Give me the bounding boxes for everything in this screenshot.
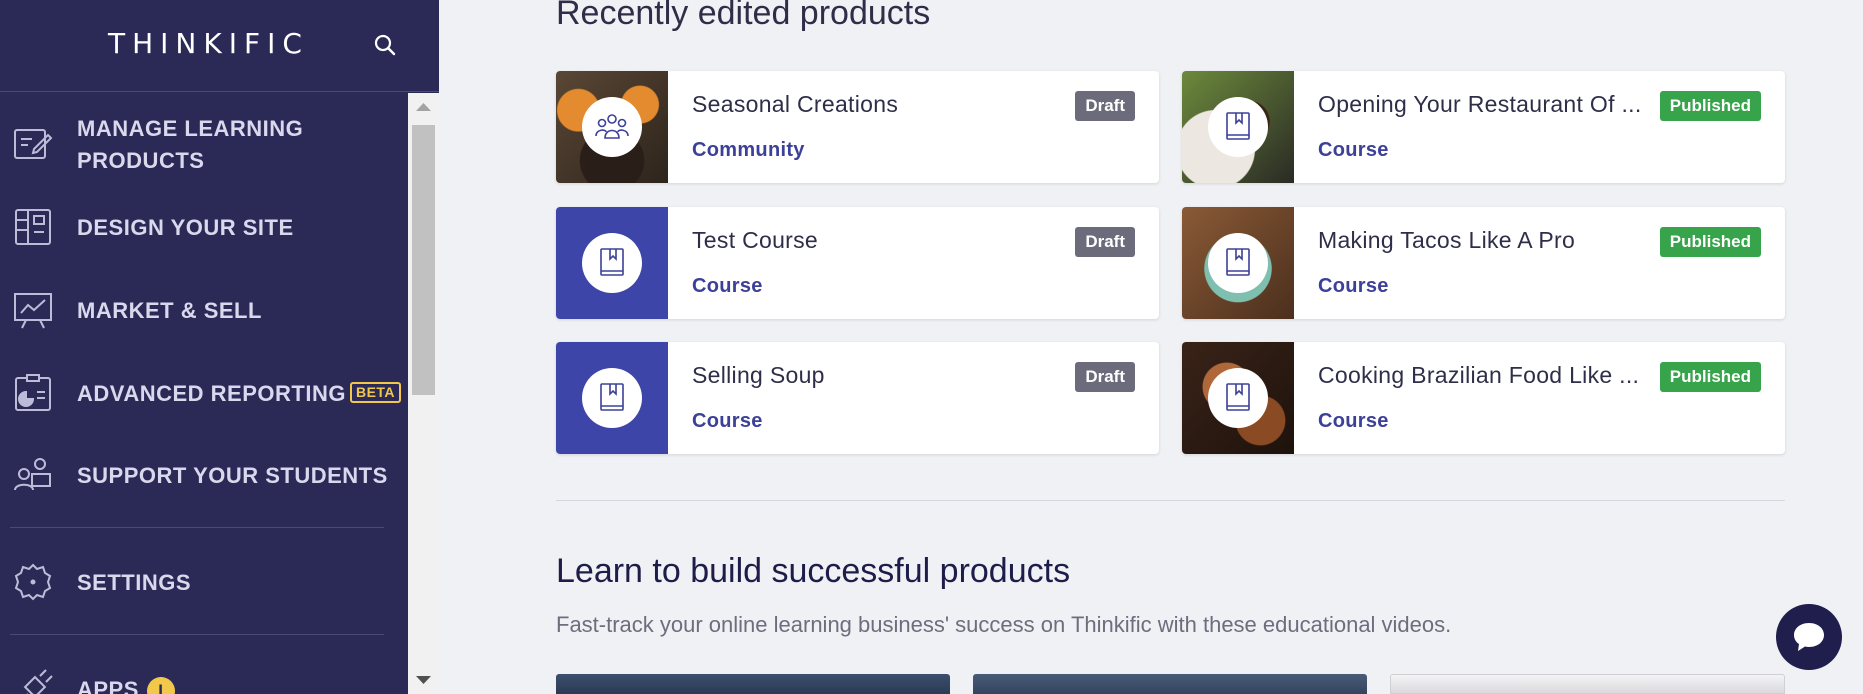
sidebar-item-market-sell[interactable]: MARKET & SELL: [0, 289, 408, 333]
sidebar-scrollbar[interactable]: [408, 93, 439, 694]
video-thumbnail[interactable]: [556, 674, 950, 694]
status-badge: Draft: [1075, 91, 1135, 121]
status-badge: Draft: [1075, 227, 1135, 257]
sidebar-header: THINKIFIC: [0, 0, 439, 92]
learn-section-subtitle: Fast-track your online learning business…: [556, 612, 1452, 637]
sidebar-item-label: SUPPORT YOUR STUDENTS: [77, 463, 388, 488]
plug-icon: [12, 668, 54, 694]
course-book-icon: [582, 233, 642, 293]
product-thumbnail: [556, 207, 668, 319]
sidebar-item-design-your-site[interactable]: DESIGN YOUR SITE: [0, 206, 408, 250]
report-clipboard-icon: [12, 372, 54, 414]
scrollbar-thumb[interactable]: [412, 125, 435, 395]
product-type: Course: [692, 410, 763, 432]
status-badge: Published: [1659, 91, 1761, 121]
product-card[interactable]: Opening Your Restaurant Of ... Course Pu…: [1182, 71, 1785, 183]
product-title: Cooking Brazilian Food Like ...: [1318, 362, 1640, 388]
sidebar-divider: [10, 634, 384, 635]
product-type: Course: [1318, 139, 1389, 161]
learn-section-title: Learn to build successful products: [556, 552, 1071, 590]
sidebar-item-label: APPS: [77, 677, 139, 694]
edit-document-icon: [12, 123, 54, 165]
product-title: Making Tacos Like A Pro: [1318, 227, 1576, 253]
users-icon: [12, 454, 54, 496]
product-card[interactable]: Test Course Course Draft: [556, 207, 1159, 319]
product-thumbnail: [556, 71, 668, 183]
sidebar-divider: [10, 527, 384, 528]
course-book-icon: [1208, 233, 1268, 293]
course-book-icon: [1208, 97, 1268, 157]
course-book-icon: [1208, 368, 1268, 428]
sidebar-item-manage-learning-products[interactable]: MANAGE LEARNING PRODUCTS: [0, 113, 408, 177]
product-title: Opening Your Restaurant Of ...: [1318, 91, 1642, 117]
course-book-icon: [582, 368, 642, 428]
video-thumbnail[interactable]: [973, 674, 1367, 694]
info-badge: i: [146, 677, 175, 694]
gear-icon: [12, 561, 54, 603]
sidebar-nav: MANAGE LEARNING PRODUCTS DESIGN YOUR SIT…: [0, 93, 408, 694]
product-title: Seasonal Creations: [692, 91, 899, 117]
sidebar-item-label: DESIGN YOUR SITE: [77, 215, 294, 240]
product-type: Course: [1318, 275, 1389, 297]
scroll-up-arrow-icon[interactable]: [408, 93, 439, 119]
product-card[interactable]: Making Tacos Like A Pro Course Published: [1182, 207, 1785, 319]
community-icon: [582, 97, 642, 157]
sidebar-item-settings[interactable]: SETTINGS: [0, 561, 408, 605]
sidebar-item-label: MANAGE LEARNING: [77, 116, 304, 141]
status-badge: Published: [1659, 227, 1761, 257]
sidebar-item-label: MARKET & SELL: [77, 298, 262, 323]
sidebar-item-label-line2: PRODUCTS: [77, 148, 205, 173]
thinkific-logo[interactable]: THINKIFIC: [108, 27, 309, 60]
product-type: Course: [692, 275, 763, 297]
section-title: Recently edited products: [556, 0, 931, 32]
product-thumbnail: [1182, 71, 1294, 183]
search-icon[interactable]: [370, 30, 400, 60]
product-title: Selling Soup: [692, 362, 825, 388]
product-type: Course: [1318, 410, 1389, 432]
beta-badge: BETA: [349, 381, 402, 403]
product-title: Test Course: [692, 227, 819, 253]
sidebar-item-support-your-students[interactable]: SUPPORT YOUR STUDENTS: [0, 454, 408, 498]
product-card[interactable]: Cooking Brazilian Food Like ... Course P…: [1182, 342, 1785, 454]
layout-icon: [12, 206, 54, 248]
product-card[interactable]: Selling Soup Course Draft: [556, 342, 1159, 454]
sidebar-item-label: SETTINGS: [77, 570, 192, 595]
product-thumbnail: [1182, 207, 1294, 319]
product-type: Community: [692, 139, 805, 161]
sidebar-item-apps[interactable]: APPS i: [0, 668, 408, 694]
product-card[interactable]: Seasonal Creations Community Draft: [556, 71, 1159, 183]
sidebar-item-advanced-reporting[interactable]: ADVANCED REPORTING BETA: [0, 372, 408, 416]
sidebar-item-label: ADVANCED REPORTING: [77, 381, 346, 406]
sidebar: THINKIFIC MANAGE LEARNING PRODUCTS DESIG…: [0, 0, 439, 694]
chart-presentation-icon: [12, 289, 54, 331]
video-thumbnail[interactable]: [1390, 674, 1785, 694]
product-thumbnail: [1182, 342, 1294, 454]
section-divider: [556, 500, 1785, 501]
status-badge: Published: [1659, 362, 1761, 392]
scroll-down-arrow-icon[interactable]: [408, 668, 439, 694]
chat-button[interactable]: [1776, 604, 1842, 670]
status-badge: Draft: [1075, 362, 1135, 392]
chat-bubble-icon: [1794, 623, 1824, 651]
product-thumbnail: [556, 342, 668, 454]
